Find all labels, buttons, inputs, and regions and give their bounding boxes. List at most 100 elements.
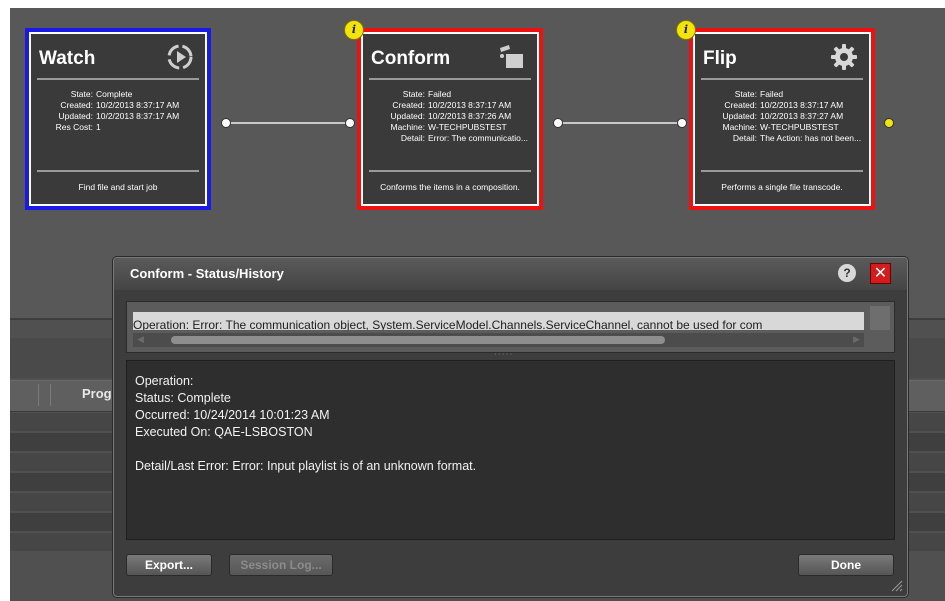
resize-grip-icon[interactable]: [891, 580, 903, 592]
splitter-handle[interactable]: ·····: [494, 351, 513, 360]
export-button[interactable]: Export...: [126, 554, 212, 576]
help-button[interactable]: ?: [838, 264, 856, 282]
meta-detail: Detail: The Action: has not been...: [695, 133, 869, 144]
meta-value: W-TECHPUBSTEST: [428, 122, 507, 132]
card-divider: [369, 78, 531, 80]
meta-machine: Machine: W-TECHPUBSTEST: [363, 122, 537, 133]
meta-res-cost: Res Cost: 1: [31, 122, 205, 133]
meta-key: Detail:: [732, 133, 757, 143]
detail-occurred: Occurred: 10/24/2014 10:01:23 AM: [135, 408, 330, 422]
card-divider: [37, 78, 199, 80]
meta-key: Updated:: [58, 111, 94, 121]
scroll-left-icon[interactable]: ◀: [137, 335, 144, 345]
meta-key: Created:: [392, 100, 425, 110]
card-title: Watch: [39, 48, 96, 69]
card-title: Conform: [371, 48, 451, 69]
meta-value: 10/2/2013 8:37:27 AM: [760, 111, 844, 121]
input-port[interactable]: [345, 118, 355, 128]
card-divider: [369, 170, 531, 172]
card-metadata: State: Failed Created: 10/2/2013 8:37:17 A…: [695, 89, 869, 144]
history-list[interactable]: Operation: Error: The communication obje…: [126, 301, 895, 353]
card-body: Flip State: Failed Created: 10/2/2013 8:37…: [695, 34, 869, 204]
detail-spacer: [135, 441, 476, 458]
meta-value: Failed: [760, 89, 784, 99]
card-metadata: State: Complete Created: 10/2/2013 8:37:17…: [31, 89, 205, 133]
meta-updated: Updated: 10/2/2013 8:37:27 AM: [695, 111, 869, 122]
meta-key: Machine:: [390, 122, 426, 132]
meta-state: State: Complete: [31, 89, 205, 100]
detail-operation: Operation:: [135, 374, 194, 388]
detail-last-error: Detail/Last Error: Error: Input playlist…: [135, 459, 477, 473]
workflow-card-watch[interactable]: Watch State: Complete Created: 10/2/2013 8…: [25, 28, 211, 210]
meta-value: Failed: [428, 89, 452, 99]
history-row-selected[interactable]: Operation: Error: The communication obje…: [133, 312, 864, 330]
meta-state: State: Failed: [695, 89, 869, 100]
done-button[interactable]: Done: [798, 554, 894, 576]
meta-key: Created:: [724, 100, 757, 110]
session-log-button[interactable]: Session Log...: [229, 554, 333, 576]
meta-value: Error: The communicatio...: [428, 133, 528, 143]
scrollbar-thumb[interactable]: [171, 336, 665, 344]
meta-value: 10/2/2013 8:37:17 AM: [96, 100, 180, 110]
tab-progress[interactable]: Prog: [82, 386, 112, 401]
card-description: Find file and start job: [78, 182, 158, 192]
dialog-titlebar[interactable]: Conform - Status/History ? ✕: [114, 258, 907, 290]
meta-value: 10/2/2013 8:37:17 AM: [760, 100, 844, 110]
meta-key: Updated:: [722, 111, 758, 121]
card-body: Watch State: Complete Created: 10/2/2013 8…: [31, 34, 205, 204]
output-port[interactable]: [221, 118, 231, 128]
card-body: Conform State: Failed Created: 10/2/2013 8…: [363, 34, 537, 204]
meta-value: 10/2/2013 8:37:26 AM: [428, 111, 512, 121]
connector-line: [222, 122, 350, 124]
card-divider: [701, 78, 863, 80]
meta-created: Created: 10/2/2013 8:37:17 AM: [363, 100, 537, 111]
output-port[interactable]: [553, 118, 563, 128]
close-button[interactable]: ✕: [870, 263, 891, 284]
meta-key: State:: [70, 89, 93, 99]
tab-separator: [50, 384, 51, 406]
meta-value: The Action: has not been...: [760, 133, 862, 143]
meta-value: W-TECHPUBSTEST: [760, 122, 839, 132]
meta-updated: Updated: 10/2/2013 8:37:17 AM: [31, 111, 205, 122]
gear-icon: [831, 44, 857, 70]
meta-key: Updated:: [390, 111, 426, 121]
detail-executed-on: Executed On: QAE-LSBOSTON: [135, 425, 313, 439]
card-description: Conforms the items in a composition.: [380, 182, 520, 192]
meta-value: Complete: [96, 89, 133, 99]
meta-machine: Machine: W-TECHPUBSTEST: [695, 122, 869, 133]
meta-key: Res Cost:: [55, 122, 93, 132]
info-badge-icon[interactable]: i: [676, 20, 696, 40]
clapper-icon: [500, 45, 523, 68]
card-metadata: State: Failed Created: 10/2/2013 8:37:17 A…: [363, 89, 537, 144]
horizontal-scrollbar[interactable]: ◀ ▶: [133, 333, 864, 347]
card-divider: [701, 170, 863, 172]
input-port[interactable]: [677, 118, 687, 128]
info-badge-icon[interactable]: i: [344, 20, 364, 40]
meta-value: 10/2/2013 8:37:17 AM: [96, 111, 180, 121]
tab-separator: [38, 384, 39, 406]
card-description: Performs a single file transcode.: [721, 182, 843, 192]
workflow-card-flip[interactable]: Flip State: Failed Created: 10/2/2013 8:37…: [689, 28, 875, 210]
workflow-card-conform[interactable]: Conform State: Failed Created: 10/2/2013 8…: [357, 28, 543, 210]
dialog-title: Conform - Status/History: [130, 266, 284, 281]
meta-state: State: Failed: [363, 89, 537, 100]
meta-updated: Updated: 10/2/2013 8:37:26 AM: [363, 111, 537, 122]
detail-text: Operation: Status: Complete Occurred: 10…: [135, 373, 476, 475]
meta-value: 1: [96, 122, 101, 132]
card-title: Flip: [703, 48, 737, 69]
watch-play-icon: [167, 44, 193, 70]
meta-created: Created: 10/2/2013 8:37:17 AM: [31, 100, 205, 111]
meta-value: 10/2/2013 8:37:17 AM: [428, 100, 512, 110]
output-port-warning[interactable]: [884, 118, 894, 128]
meta-key: Created:: [60, 100, 93, 110]
detail-pane: Operation: Status: Complete Occurred: 10…: [126, 360, 895, 540]
connector-line: [554, 122, 682, 124]
scroll-right-icon[interactable]: ▶: [853, 335, 860, 345]
meta-key: State:: [734, 89, 757, 99]
meta-detail: Detail: Error: The communicatio...: [363, 133, 537, 144]
meta-created: Created: 10/2/2013 8:37:17 AM: [695, 100, 869, 111]
meta-key: Detail:: [400, 133, 425, 143]
vertical-scrollbar[interactable]: [870, 306, 890, 330]
meta-key: State:: [402, 89, 425, 99]
detail-status: Status: Complete: [135, 391, 231, 405]
